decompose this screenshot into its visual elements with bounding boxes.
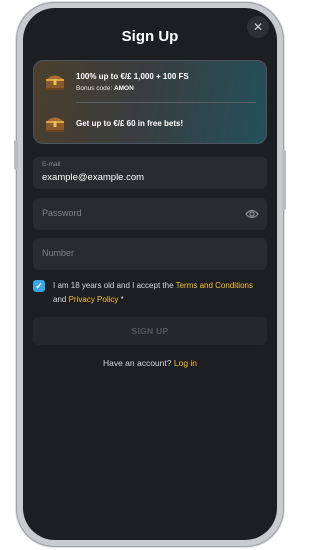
eye-icon[interactable] xyxy=(245,208,259,220)
bonus-offer-1-text: 100% up to €/£ 1,000 + 100 FS xyxy=(76,72,189,81)
email-value: example@example.com xyxy=(42,172,145,183)
treasure-chest-icon xyxy=(46,117,64,132)
number-placeholder: Number xyxy=(42,248,75,258)
close-icon: ✕ xyxy=(252,20,264,34)
bonus-card: 100% up to €/£ 1,000 + 100 FS Bonus code… xyxy=(33,60,267,144)
phone-volume-button xyxy=(14,140,18,170)
modal-title: Sign Up xyxy=(121,28,179,45)
terms-link[interactable]: Terms and Conditions xyxy=(176,281,253,290)
privacy-policy-link[interactable]: Privacy Policy xyxy=(69,295,119,304)
have-account-text: Have an account? xyxy=(102,358,172,368)
terms-text: I am 18 years old and I accept the Terms… xyxy=(53,279,267,307)
bonus-code-label: Bonus code: xyxy=(76,85,113,92)
close-button[interactable]: ✕ xyxy=(247,16,269,38)
password-field[interactable]: Password xyxy=(33,198,267,230)
checkmark-icon: ✓ xyxy=(35,281,43,291)
login-prompt: Have an account? Log in xyxy=(23,358,277,368)
required-mark: * xyxy=(120,295,124,304)
phone-power-button xyxy=(282,150,286,210)
number-field[interactable]: Number xyxy=(33,238,267,270)
bonus-code: AMON xyxy=(113,85,134,92)
bonus-code-line: Bonus code: AMON xyxy=(76,85,134,92)
password-placeholder: Password xyxy=(42,208,82,218)
sign-up-button[interactable]: SIGN UP xyxy=(33,317,267,345)
bonus-offer-2: Get up to €/£ 60 in free bets! xyxy=(34,103,266,144)
age-terms-checkbox[interactable]: ✓ xyxy=(33,280,45,292)
and-text: and xyxy=(53,295,67,304)
bonus-offer-2-text: Get up to €/£ 60 in free bets! xyxy=(76,119,184,128)
treasure-chest-icon xyxy=(46,75,64,90)
bonus-offer-1: 100% up to €/£ 1,000 + 100 FS Bonus code… xyxy=(34,61,266,102)
login-link[interactable]: Log in xyxy=(174,358,197,368)
signup-modal: Sign Up ✕ 100% up to €/£ 1,000 + 100 FS … xyxy=(23,8,277,540)
email-label: E-mail xyxy=(42,161,61,168)
age-confirm-text: I am 18 years old and I accept the xyxy=(53,281,174,290)
email-field[interactable]: E-mail example@example.com xyxy=(33,157,267,189)
